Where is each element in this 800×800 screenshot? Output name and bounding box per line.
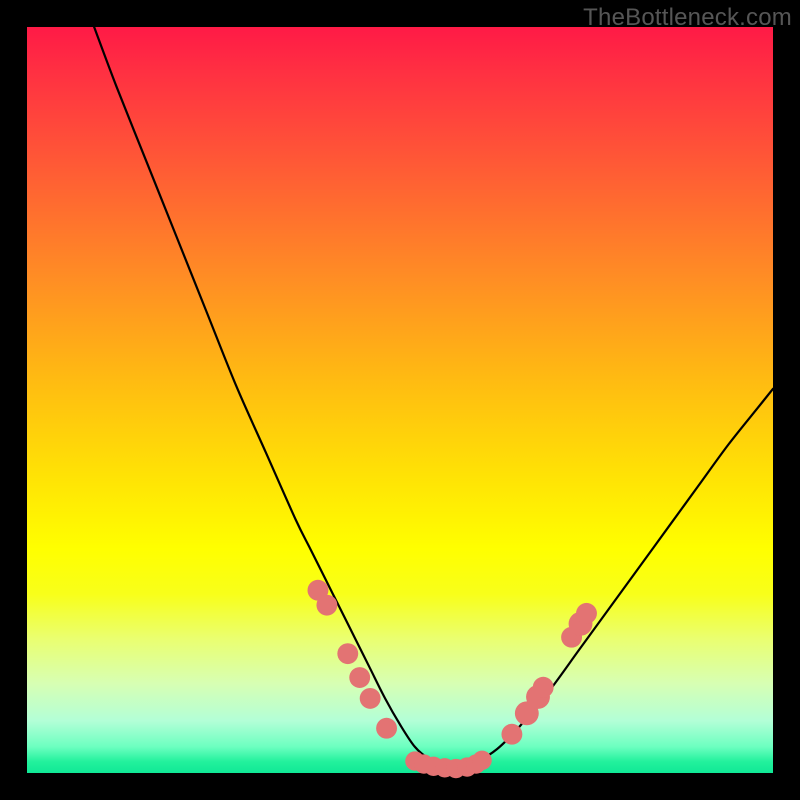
data-marker xyxy=(316,595,337,616)
data-marker xyxy=(337,643,358,664)
watermark-text: TheBottleneck.com xyxy=(583,4,792,32)
data-marker xyxy=(533,677,554,698)
data-marker xyxy=(349,667,370,688)
marker-layer xyxy=(308,580,597,778)
plot-area xyxy=(27,27,773,773)
data-marker xyxy=(376,718,397,739)
bottleneck-curve xyxy=(94,27,773,769)
data-marker xyxy=(576,603,597,624)
data-marker xyxy=(472,751,491,770)
chart-frame: TheBottleneck.com xyxy=(0,0,800,800)
chart-svg xyxy=(27,27,773,773)
data-marker xyxy=(360,688,381,709)
data-marker xyxy=(501,724,522,745)
